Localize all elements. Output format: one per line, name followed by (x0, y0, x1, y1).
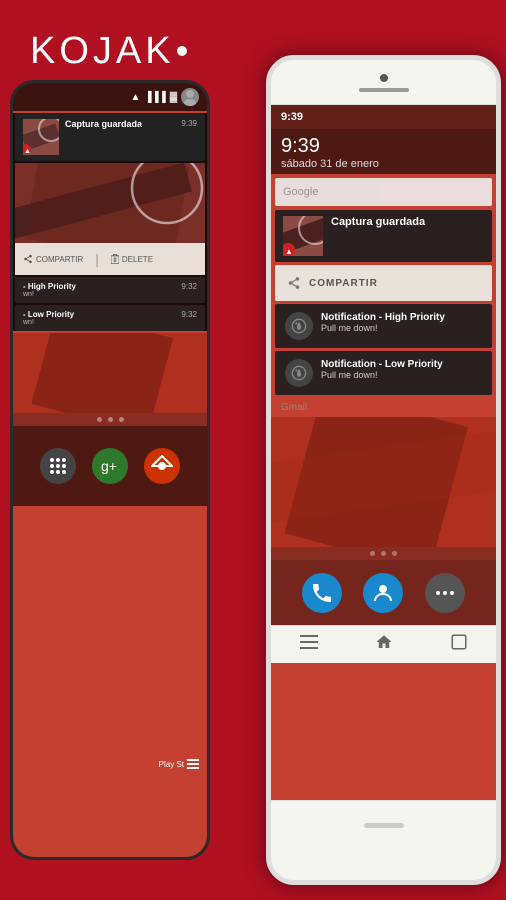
svg-text:▲: ▲ (285, 247, 293, 256)
low-priority-notification-left[interactable]: 9:32 - Low Priority wn! (15, 305, 205, 331)
google-plus-icon-left[interactable]: g+ (92, 448, 128, 484)
notification-shade-header: 9:39 sábado 31 de enero (271, 129, 496, 174)
expanded-image-left (15, 163, 205, 243)
compartir-button-right[interactable]: COMPARTIR (309, 278, 378, 289)
dot-1-right (370, 551, 375, 556)
recent-apps-icon[interactable] (450, 633, 468, 656)
low-priority-subtitle-left: wn! (23, 319, 197, 326)
shade-time: 9:39 (281, 135, 486, 158)
low-priority-icon-right (285, 359, 313, 387)
status-time-right: 9:39 (281, 111, 303, 123)
wifi-icon: ▲ (131, 92, 141, 103)
left-phone-screen: ▲ ▐▐▐ ▓ ▲ 9 (13, 83, 207, 857)
compartir-button-left[interactable]: COMPARTIR (23, 254, 83, 264)
low-priority-title-right: Notification - Low Priority (321, 359, 482, 370)
right-phone-screen: 9:39 9:39 sábado 31 de enero Google ▲ (271, 105, 496, 800)
expanded-notification-left: COMPARTIR | DELETE (15, 163, 205, 275)
dot-1-left (97, 417, 102, 422)
app-tray-right (271, 560, 496, 625)
high-priority-text-right: Notification - High Priority Pull me dow… (321, 312, 482, 333)
camera-dot (380, 74, 388, 82)
dots-indicator-left (13, 413, 207, 426)
gmail-label: Gmail (271, 398, 496, 417)
play-store-badge-left: Play St (159, 759, 199, 769)
chrome-icon-left[interactable] (144, 448, 180, 484)
high-priority-icon-right (285, 312, 313, 340)
logo-dot (177, 46, 187, 56)
dot-3-left (119, 417, 124, 422)
high-priority-time-left: 9:32 (181, 282, 197, 291)
more-apps-icon[interactable] (425, 573, 465, 613)
status-bar-right: 9:39 (271, 105, 496, 129)
low-priority-time-left: 9:32 (181, 310, 197, 319)
signal-icon: ▐▐▐ (144, 92, 165, 103)
captura-title-left: Captura guardada (65, 119, 197, 129)
high-priority-notification-left[interactable]: 9:32 - High Priority wn! (15, 277, 205, 303)
low-priority-notification-right[interactable]: Notification - Low Priority Pull me down… (275, 351, 492, 395)
right-phone: 9:39 9:39 sábado 31 de enero Google ▲ (266, 55, 501, 885)
captura-notification-left[interactable]: ▲ 9:39 Captura guardada (15, 113, 205, 161)
share-icon-right (287, 276, 301, 290)
dot-2-right (381, 551, 386, 556)
shade-date: sábado 31 de enero (281, 158, 486, 170)
delete-button-left[interactable]: DELETE (111, 254, 153, 264)
captura-thumbnail-left: ▲ (23, 119, 59, 155)
navigation-bar-right (271, 625, 496, 663)
phone-app-icon[interactable] (302, 573, 342, 613)
captura-title-right: Captura guardada (331, 216, 425, 228)
svg-text:g+: g+ (101, 458, 117, 474)
action-bar-left: COMPARTIR | DELETE (15, 243, 205, 275)
battery-icon: ▓ (170, 92, 177, 103)
captura-text-left: 9:39 Captura guardada (65, 119, 197, 129)
captura-thumbnail-right: ▲ (283, 216, 323, 256)
low-priority-text-right: Notification - Low Priority Pull me down… (321, 359, 482, 380)
app-drawer-button[interactable] (40, 448, 76, 484)
notification-panel-left: ▲ 9:39 Captura guardada (13, 113, 207, 331)
phone-hardware-top (271, 60, 496, 105)
dot-2-left (108, 417, 113, 422)
google-search-bar[interactable]: Google (275, 178, 492, 206)
home-nav-icon[interactable] (375, 633, 393, 656)
low-priority-subtitle-right: Pull me down! (321, 370, 482, 380)
captura-notification-right[interactable]: ▲ Captura guardada (275, 210, 492, 262)
dots-indicator-right (271, 547, 496, 560)
back-nav-icon[interactable] (300, 635, 318, 654)
contacts-app-icon[interactable] (363, 573, 403, 613)
high-priority-title-left: - High Priority (23, 282, 197, 291)
captura-time-left: 9:39 (181, 119, 197, 128)
home-button (364, 823, 404, 828)
high-priority-title-right: Notification - High Priority (321, 312, 482, 323)
brand-logo: KOJAK (30, 30, 187, 73)
captura-text-right: Captura guardada (331, 216, 425, 228)
high-priority-notification-right[interactable]: Notification - High Priority Pull me dow… (275, 304, 492, 348)
status-bar-left: ▲ ▐▐▐ ▓ (13, 83, 207, 111)
high-priority-subtitle-right: Pull me down! (321, 323, 482, 333)
avatar (181, 88, 199, 106)
speaker-bar (359, 88, 409, 92)
left-phone: ▲ ▐▐▐ ▓ ▲ 9 (10, 80, 210, 860)
google-bar-text: Google (283, 186, 318, 198)
high-priority-subtitle-left: wn! (23, 291, 197, 298)
low-priority-title-left: - Low Priority (23, 310, 197, 319)
action-bar-right: COMPARTIR (275, 265, 492, 301)
dot-3-right (392, 551, 397, 556)
action-divider: | (95, 251, 99, 267)
svg-text:▲: ▲ (24, 148, 31, 155)
phone-hardware-bottom (271, 800, 496, 850)
app-drawer-left: g+ (13, 426, 207, 506)
